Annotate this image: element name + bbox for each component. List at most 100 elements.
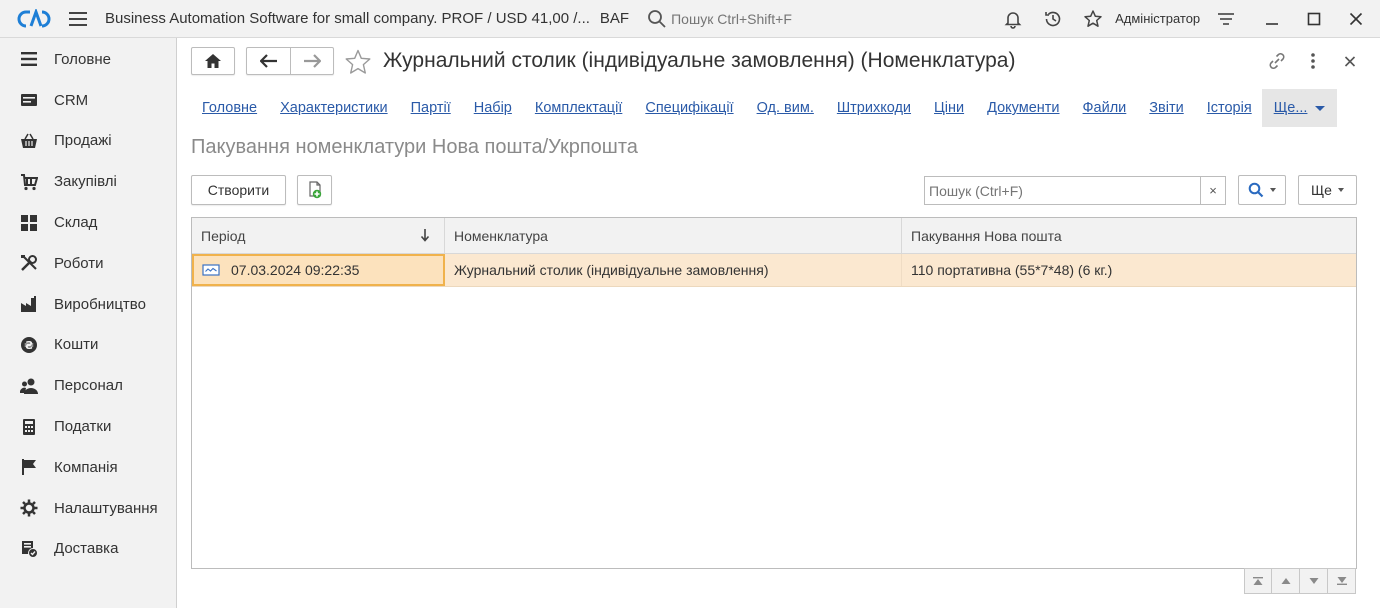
delivery-icon — [20, 540, 38, 558]
tab-more-dropdown[interactable]: Ще... — [1261, 89, 1338, 127]
sidebar-item-label: Доставка — [54, 540, 119, 558]
sidebar-item-label: Податки — [54, 418, 112, 436]
column-header-period[interactable]: Період — [192, 218, 445, 253]
cell-text: Журнальний столик (індивідуальне замовле… — [454, 262, 769, 278]
data-table: Період Номенклатура Пакування Нова пошта… — [191, 217, 1357, 569]
sidebar-item-works[interactable]: Роботи — [0, 243, 176, 284]
history-icon[interactable] — [1041, 7, 1065, 31]
home-icon — [205, 54, 221, 68]
more-button-label: Ще — [1311, 182, 1332, 198]
calculator-icon — [20, 418, 38, 436]
home-button[interactable] — [191, 47, 235, 75]
chevron-down-icon — [1315, 105, 1326, 111]
tab-kits[interactable]: Комплектації — [524, 100, 622, 116]
scroll-up-button[interactable] — [1272, 568, 1300, 594]
sidebar-item-label: Кошти — [54, 336, 99, 354]
table-row[interactable]: 07.03.2024 09:22:35 Журнальний столик (і… — [192, 254, 1356, 287]
sidebar-item-money[interactable]: ₴ Кошти — [0, 325, 176, 366]
create-button[interactable]: Створити — [191, 175, 286, 205]
global-search-input[interactable] — [671, 10, 972, 27]
column-header-item[interactable]: Номенклатура — [445, 218, 902, 253]
tab-history[interactable]: Історія — [1196, 100, 1252, 116]
minimize-icon[interactable] — [1260, 7, 1284, 31]
column-header-packing[interactable]: Пакування Нова пошта — [902, 218, 1356, 253]
column-header-label: Пакування Нова пошта — [911, 227, 1062, 244]
sidebar-item-main[interactable]: Головне — [0, 39, 176, 80]
user-name[interactable]: Адміністратор — [1115, 11, 1200, 26]
more-actions-icon[interactable] — [1307, 51, 1319, 74]
navigation-buttons — [191, 47, 334, 75]
sidebar-item-delivery[interactable]: Доставка — [0, 529, 176, 570]
tab-more-label: Ще... — [1273, 100, 1308, 116]
maximize-icon[interactable] — [1302, 7, 1326, 31]
favorite-star-icon[interactable] — [344, 49, 372, 78]
close-window-icon[interactable] — [1344, 7, 1368, 31]
tab-specifications[interactable]: Специфікації — [634, 100, 733, 116]
scroll-to-top-button[interactable] — [1244, 568, 1272, 594]
cell-item[interactable]: Журнальний столик (індивідуальне замовле… — [445, 254, 902, 286]
sidebar-item-label: Персонал — [54, 377, 123, 395]
bell-icon[interactable] — [1001, 7, 1025, 31]
scroll-down-button[interactable] — [1300, 568, 1328, 594]
cell-packing[interactable]: 110 портативна (55*7*48) (6 кг.) — [902, 254, 1356, 286]
search-button[interactable] — [1238, 175, 1286, 205]
copy-add-icon — [308, 181, 321, 199]
tab-documents[interactable]: Документи — [976, 100, 1059, 116]
flag-icon — [20, 458, 38, 476]
sidebar-item-production[interactable]: Виробництво — [0, 284, 176, 325]
tab-set[interactable]: Набір — [463, 100, 512, 116]
tab-units[interactable]: Од. вим. — [746, 100, 814, 116]
back-button[interactable] — [247, 48, 290, 74]
cart-icon — [20, 173, 38, 191]
search-icon — [648, 9, 666, 28]
sidebar-item-sales[interactable]: Продажі — [0, 121, 176, 162]
sidebar-item-settings[interactable]: Налаштування — [0, 488, 176, 529]
copy-button[interactable] — [297, 175, 332, 205]
column-header-label: Номенклатура — [454, 227, 548, 244]
tab-barcodes[interactable]: Штрихкоди — [826, 100, 911, 116]
tab-characteristics[interactable]: Характеристики — [269, 100, 388, 116]
sidebar-item-label: Роботи — [54, 254, 104, 272]
search-icon — [1248, 182, 1264, 198]
sidebar: Головне CRM Продажі Закупівлі Склад Робо… — [0, 38, 177, 608]
cell-period[interactable]: 07.03.2024 09:22:35 — [192, 254, 445, 286]
gear-icon — [20, 499, 38, 517]
tab-reports[interactable]: Звіти — [1138, 100, 1183, 116]
app-logo-icon[interactable] — [17, 8, 51, 29]
section-title: Пакування номенклатури Нова пошта/Укрпош… — [191, 136, 638, 158]
global-search[interactable] — [643, 3, 994, 34]
chevron-down-icon — [1270, 188, 1276, 192]
cell-text: 110 портативна (55*7*48) (6 кг.) — [911, 262, 1113, 278]
more-button[interactable]: Ще — [1298, 175, 1357, 205]
sidebar-item-label: Налаштування — [54, 499, 158, 517]
settings-lines-icon[interactable] — [1214, 7, 1238, 31]
last-page-icon — [1336, 577, 1347, 585]
forward-button[interactable] — [290, 48, 333, 74]
tab-batches[interactable]: Партії — [400, 100, 451, 116]
sidebar-item-purchases[interactable]: Закупівлі — [0, 161, 176, 202]
sidebar-item-warehouse[interactable]: Склад — [0, 202, 176, 243]
link-icon[interactable] — [1267, 51, 1287, 74]
sidebar-item-label: Закупівлі — [54, 173, 117, 191]
scroll-to-bottom-button[interactable] — [1328, 568, 1356, 594]
main-menu-icon[interactable] — [67, 9, 89, 29]
sidebar-item-taxes[interactable]: Податки — [0, 406, 176, 447]
tab-files[interactable]: Файли — [1072, 100, 1127, 116]
tab-main[interactable]: Головне — [191, 100, 257, 116]
favorites-star-icon[interactable] — [1081, 7, 1105, 31]
tab-prices[interactable]: Ціни — [923, 100, 964, 116]
up-triangle-icon — [1281, 578, 1290, 584]
money-icon: ₴ — [20, 336, 38, 354]
sidebar-item-personnel[interactable]: Персонал — [0, 365, 176, 406]
clear-search-button[interactable]: × — [1200, 177, 1225, 204]
sidebar-item-crm[interactable]: CRM — [0, 80, 176, 121]
arrow-left-icon — [259, 54, 277, 68]
cell-text: 07.03.2024 09:22:35 — [231, 262, 360, 278]
sort-down-arrow-icon — [420, 229, 430, 242]
close-form-icon[interactable] — [1342, 51, 1358, 74]
sidebar-item-label: CRM — [54, 91, 89, 109]
svg-text:₴: ₴ — [24, 339, 33, 352]
sidebar-item-company[interactable]: Компанія — [0, 447, 176, 488]
list-search-input[interactable] — [925, 177, 1201, 204]
sidebar-item-label: Склад — [54, 214, 98, 232]
